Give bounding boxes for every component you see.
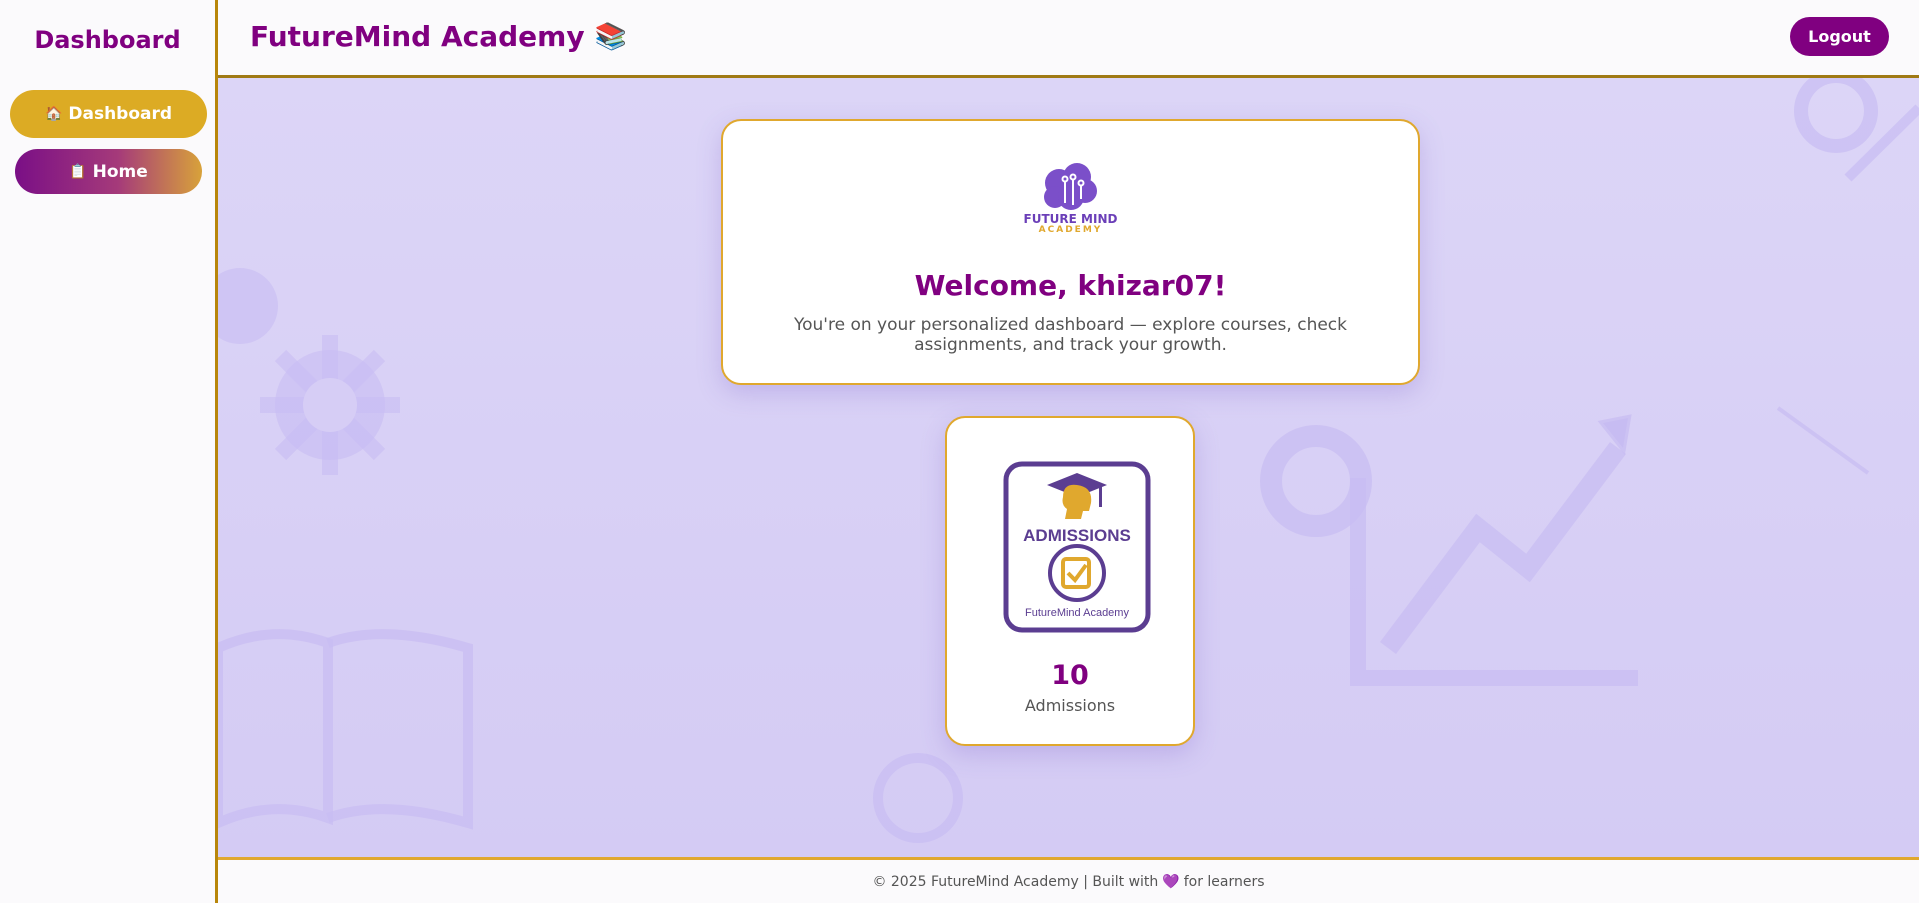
admissions-label: Admissions — [1024, 696, 1116, 715]
welcome-card: FUTURE MIND ACADEMY Welcome, khizar07! Y… — [721, 119, 1420, 385]
welcome-title: Welcome, khizar07! — [914, 269, 1227, 302]
heart-icon: 💜 — [1162, 873, 1180, 890]
admissions-badge-icon: ADMISSIONS FutureMind Academy — [1003, 461, 1151, 633]
logo-text: FUTURE MIND — [1023, 212, 1118, 226]
house-icon: 🏠 — [44, 106, 63, 122]
sidebar-title: Dashboard — [34, 26, 181, 54]
clipboard-icon: 📋 — [69, 163, 87, 180]
top-header: FutureMind Academy 📚 Logout — [218, 0, 1919, 78]
badge-caption: FutureMind Academy — [1025, 607, 1129, 619]
sidebar-item-home[interactable]: 📋 Home — [15, 149, 202, 194]
main-content: FUTURE MIND ACADEMY Welcome, khizar07! Y… — [218, 78, 1919, 857]
sidebar-item-dashboard[interactable]: 🏠 Dashboard — [10, 90, 207, 138]
app-title: FutureMind Academy 📚 — [250, 20, 627, 53]
logout-button[interactable]: Logout — [1790, 17, 1889, 56]
sidebar-item-label: Home — [92, 161, 148, 182]
footer-text: © 2025 FutureMind Academy | Built with — [872, 873, 1159, 890]
admissions-card[interactable]: ADMISSIONS FutureMind Academy 10 Admissi… — [945, 416, 1195, 746]
footer-text-suffix: for learners — [1183, 873, 1265, 890]
sidebar-item-label: Dashboard — [68, 104, 173, 124]
books-icon: 📚 — [594, 21, 627, 52]
badge-heading: ADMISSIONS — [1023, 526, 1131, 545]
footer: © 2025 FutureMind Academy | Built with 💜… — [218, 857, 1919, 903]
app-title-text: FutureMind Academy — [250, 20, 585, 53]
welcome-subtitle: You're on your personalized dashboard — … — [794, 315, 1347, 355]
sidebar: Dashboard 🏠 Dashboard 📋 Home — [0, 0, 218, 903]
logo-subtext: ACADEMY — [1038, 225, 1103, 235]
admissions-count: 10 — [1051, 660, 1089, 691]
